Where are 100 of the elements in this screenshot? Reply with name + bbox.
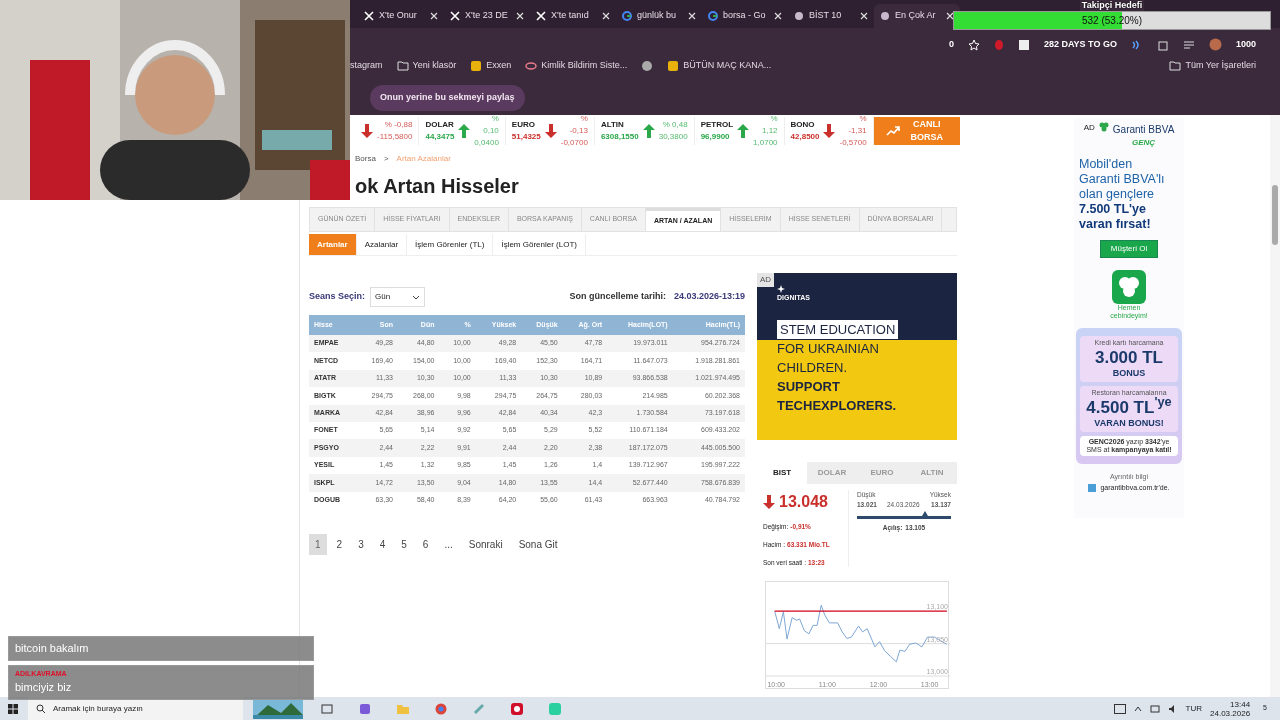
banner-text: TECHEXPLORERS. xyxy=(777,396,897,415)
countdown-text: 282 DAYS TO GO xyxy=(1043,37,1117,51)
clover-icon xyxy=(1098,122,1109,132)
index-value: 13.048 xyxy=(779,492,828,512)
bookmark[interactable]: Exxen xyxy=(470,59,512,73)
ad-headline: Garanti BBVA'lı xyxy=(1079,172,1166,187)
bookmark[interactable]: Yeni klasör xyxy=(396,59,457,73)
page-link[interactable]: 1 xyxy=(309,533,327,555)
breadcrumb-separator: > xyxy=(383,153,389,165)
offer-tail: VARAN BONUS! xyxy=(1093,416,1165,430)
chevron-up-icon[interactable] xyxy=(1133,705,1142,712)
ticker-price: 6308,1550 xyxy=(600,131,639,143)
app-icon[interactable] xyxy=(359,702,371,715)
ticker-price: 42,8500 xyxy=(790,131,820,143)
share-tab-button[interactable]: Onun yerine bu sekmeyi paylaş xyxy=(370,85,525,111)
chat-text: bimciyiz biz xyxy=(15,681,72,693)
ad-label: AD xyxy=(757,273,775,287)
x-logo-icon xyxy=(450,11,460,21)
browser-tab[interactable]: X'te tanıd xyxy=(530,4,616,28)
ticker-name: DOLAR xyxy=(425,119,455,131)
browser-tab[interactable]: X'te 23 DE xyxy=(444,4,530,28)
breadcrumb-current: Artan Azalanlar xyxy=(396,153,451,165)
close-icon[interactable] xyxy=(430,12,438,20)
site-icon xyxy=(794,11,804,21)
banner-text: CHILDREN. xyxy=(777,358,848,377)
banner-text: SUPPORT xyxy=(777,377,840,396)
browser-tab[interactable]: günlük bu xyxy=(616,4,702,28)
ticker-percent: % 1,12 xyxy=(761,113,778,137)
brand-text: Garanti BBVA xyxy=(1112,123,1175,137)
star-icon[interactable] xyxy=(967,39,980,51)
chat-text: bitcoin bakalım xyxy=(15,642,89,654)
language-indicator[interactable]: TUR xyxy=(1185,702,1203,715)
app-icon[interactable] xyxy=(511,702,523,715)
avatar-icon[interactable] xyxy=(1208,38,1222,51)
ad-highlight: varan fırsat! xyxy=(1079,217,1152,232)
ad-headline: Mobil'den xyxy=(1079,157,1134,172)
task-view-icon[interactable] xyxy=(321,702,333,715)
folder-icon xyxy=(396,60,409,72)
close-icon[interactable] xyxy=(860,12,868,20)
site-icon xyxy=(880,11,890,21)
ticker-name: ALTIN xyxy=(600,119,625,131)
ticker-price: 51,4325 xyxy=(511,131,541,143)
balance-text: 1000 xyxy=(1235,37,1256,51)
star-logo-icon xyxy=(777,285,785,293)
caret-icon xyxy=(412,294,421,300)
menu-icon[interactable] xyxy=(1182,39,1195,51)
search-icon xyxy=(36,704,45,713)
browser-tab[interactable]: borsa - Go xyxy=(702,4,788,28)
browser-tab[interactable]: BİST 10 xyxy=(788,4,874,28)
pill-icon xyxy=(525,60,538,72)
session-select[interactable]: Gün xyxy=(370,287,426,307)
ad-label: AD xyxy=(1083,122,1095,134)
tile-icon xyxy=(470,60,483,72)
ticker-change: -115,5800 xyxy=(377,131,413,143)
close-icon[interactable] xyxy=(688,12,696,20)
ticker-change: -0,5700 xyxy=(839,137,867,149)
close-icon[interactable] xyxy=(516,12,524,20)
clock[interactable]: 13:44 24.03.2026 xyxy=(1210,699,1251,718)
g-logo-icon xyxy=(622,11,632,21)
update-label: Son güncelleme tarihi: xyxy=(569,290,666,304)
ticker-change: 30,3800 xyxy=(658,131,688,143)
offer-amount: 4.500 TL$^{'ye}$ xyxy=(1085,398,1173,417)
update-time: 24.03.2026-13:19 xyxy=(673,290,745,304)
ad-headline: olan gençlere xyxy=(1079,187,1156,202)
ticker-percent: % 0,48 xyxy=(661,119,688,131)
close-icon[interactable] xyxy=(774,12,782,20)
browser-tab[interactable]: En Çok Ar xyxy=(874,4,960,28)
close-icon[interactable] xyxy=(602,12,610,20)
offer-tail: BONUS xyxy=(1111,366,1147,380)
clover-app-icon xyxy=(1112,270,1146,304)
bookmark[interactable]: BÜTÜN MAÇ KANA... xyxy=(667,59,772,73)
browser-icon[interactable] xyxy=(435,702,447,715)
session-label: Seans Seçin: xyxy=(309,290,366,304)
banner-text: FOR UKRAINIAN xyxy=(777,339,879,358)
ticker-change: 1,0700 xyxy=(753,137,778,149)
brand-tag: GENÇ xyxy=(1112,137,1175,149)
x-logo-icon xyxy=(364,11,374,21)
bookmark[interactable]: stagram xyxy=(350,59,383,73)
browser-tab[interactable]: X'te Onur xyxy=(358,4,444,28)
windows-icon[interactable] xyxy=(8,703,18,714)
ticker-name: PETROL xyxy=(700,119,734,131)
trend-icon xyxy=(885,126,900,136)
tile-icon xyxy=(667,60,680,72)
ticker-name: BONO xyxy=(790,119,816,131)
ticker-name: EURO xyxy=(511,119,536,131)
breadcrumb-link[interactable]: Borsa xyxy=(355,153,376,165)
folder-icon xyxy=(1169,60,1182,72)
ticker-percent: % -1,31 xyxy=(847,113,867,137)
ticker-percent: % -0,88 xyxy=(383,119,413,131)
ticker-change: -0,0700 xyxy=(560,137,588,149)
ticker-percent: % -0,13 xyxy=(568,113,588,137)
goal-title: Takipçi Hedefi xyxy=(1079,0,1145,11)
ticker-price: 96,9900 xyxy=(700,131,731,143)
counter-text: 0 xyxy=(948,37,954,51)
scrollbar-thumb[interactable] xyxy=(1272,185,1278,245)
ticker-price: 44,3475 xyxy=(425,131,455,143)
bookmarks-folder[interactable]: Tüm Yer İşaretleri xyxy=(1169,59,1256,73)
bookmark[interactable]: Kimlik Bildirim Siste... xyxy=(525,59,628,73)
ad-highlight: 7.500 TL'ye xyxy=(1079,202,1147,217)
x-logo-icon xyxy=(536,11,546,21)
